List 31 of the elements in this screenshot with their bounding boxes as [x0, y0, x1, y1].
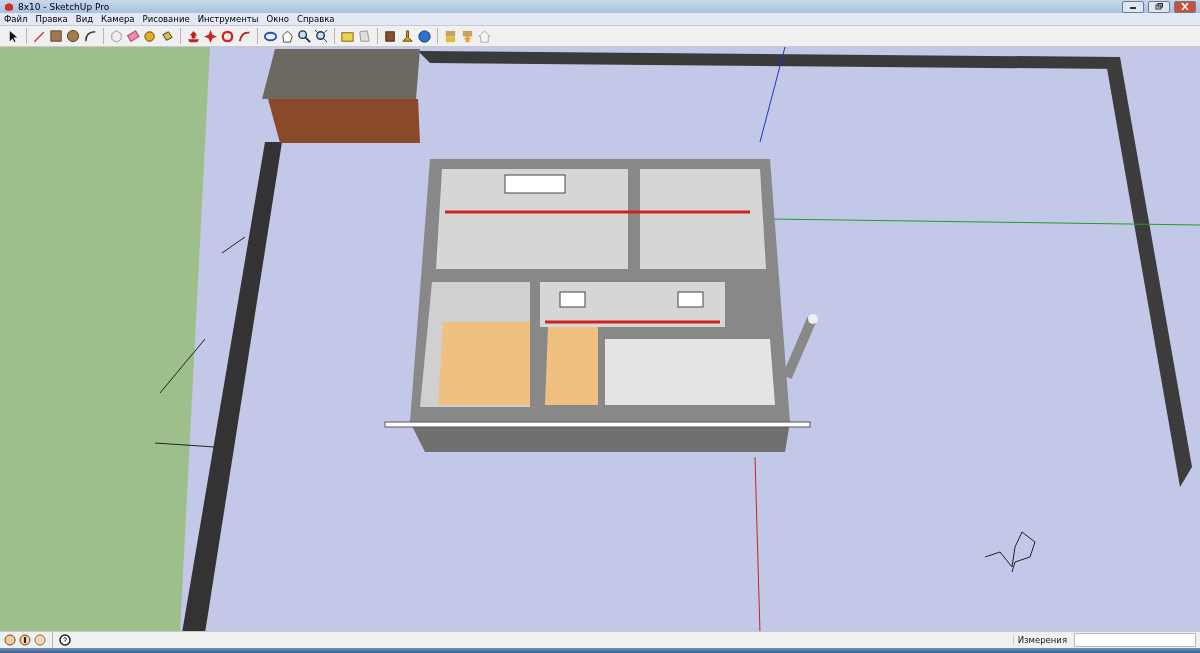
move-icon[interactable]	[203, 28, 218, 44]
menu-item[interactable]: Вид	[75, 14, 94, 24]
globe-icon[interactable]	[417, 28, 432, 44]
close-button[interactable]	[1174, 0, 1196, 13]
circle-icon[interactable]	[66, 28, 81, 44]
rotate-icon[interactable]	[220, 28, 235, 44]
menu-item[interactable]: Камера	[101, 14, 135, 24]
measurements-field[interactable]	[1074, 633, 1196, 647]
menu-item[interactable]: Файл	[4, 14, 28, 24]
push-pull-icon[interactable]	[186, 28, 201, 44]
app-logo-icon	[4, 1, 14, 12]
rectangle-icon[interactable]	[49, 28, 64, 44]
window-title: 8x10 - SketchUp Pro	[18, 1, 111, 12]
menu-item[interactable]: Рисование	[142, 14, 190, 24]
person-icon[interactable]	[19, 634, 31, 646]
restore-button[interactable]	[1148, 0, 1170, 13]
help-icon[interactable]	[59, 634, 71, 646]
eraser-icon[interactable]	[126, 28, 141, 44]
chimney-pipe	[782, 314, 818, 379]
restore-icon	[1155, 3, 1163, 10]
menu-item[interactable]: Справка	[297, 14, 335, 24]
measurements-label: Измерения	[1012, 635, 1071, 645]
minimize-button[interactable]	[1122, 0, 1144, 13]
menu-item[interactable]: Инструменты	[197, 14, 259, 24]
menu-item[interactable]: Правка	[35, 14, 68, 24]
zoom-extents-icon[interactable]	[314, 28, 329, 44]
sketch-line	[984, 531, 1036, 573]
menu-item[interactable]: Окно	[266, 14, 290, 24]
arc-icon[interactable]	[83, 28, 98, 44]
close-icon	[1181, 3, 1189, 10]
search-icon[interactable]	[297, 28, 312, 44]
